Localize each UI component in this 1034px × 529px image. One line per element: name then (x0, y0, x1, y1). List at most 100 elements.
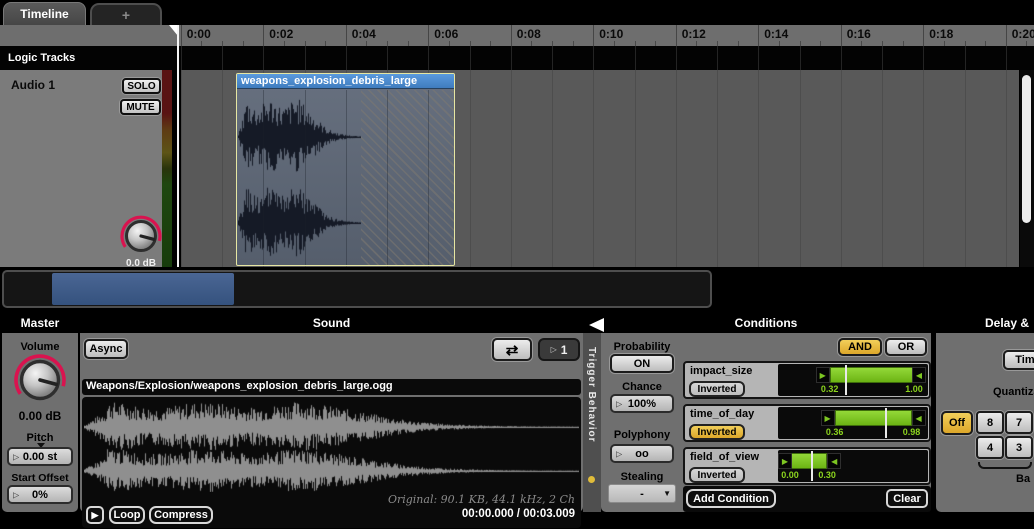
gridline (800, 46, 801, 70)
clear-button[interactable]: Clear (886, 489, 928, 508)
gridline (965, 70, 966, 267)
range-min-handle[interactable]: ▶ (816, 367, 830, 383)
async-button[interactable]: Async (84, 339, 128, 359)
waveform-display: Original: 90.1 KB, 44.1 kHz, 2 Ch ▶ Loop… (82, 397, 581, 528)
quantize-7-label: 7 (1016, 417, 1022, 429)
range-max-handle[interactable]: ◀ (912, 367, 926, 383)
trigger-behavior-tab[interactable]: Trigger Behavior (583, 333, 601, 512)
add-condition-button[interactable]: Add Condition (686, 489, 776, 508)
clip-waveform-right (238, 182, 361, 264)
delay-section: Delay & Time Quantiza Off 8 7 4 3 Ba (936, 316, 1034, 512)
quantize-3-button[interactable]: 3 (1005, 436, 1033, 459)
range-min-handle[interactable]: ▶ (821, 410, 835, 426)
range-max-handle[interactable]: ◀ (827, 453, 841, 469)
stealing-dropdown[interactable]: - ▼ (608, 484, 676, 503)
track-vu-meter (162, 70, 172, 267)
polyphony-value: oo (635, 448, 648, 460)
repeat-mode-button[interactable]: ⇄ (492, 338, 532, 361)
sound-title: Sound (80, 316, 583, 330)
ruler[interactable]: 0:000:020:040:060:080:100:120:140:160:18… (0, 25, 1034, 46)
probability-label: Probability (601, 341, 683, 353)
ruler-time-label: 0:08 (517, 27, 541, 41)
range-slider[interactable]: ▶◀0.000.30 (778, 450, 928, 482)
trigger-behavior-label: Trigger Behavior (586, 347, 597, 442)
master-section: Master Volume 0.00 dB Pitch ▷ 0.00 st St… (2, 316, 78, 512)
range-fill (790, 453, 827, 469)
range-min-value: 0.32 (821, 384, 839, 394)
gridline (305, 46, 306, 70)
tab-timeline[interactable]: Timeline (3, 2, 86, 25)
master-volume-knob[interactable] (14, 354, 66, 406)
loop-button[interactable]: Loop (109, 506, 145, 524)
compress-button[interactable]: Compress (149, 506, 213, 524)
bars-label: Ba (1016, 473, 1030, 485)
loop-label: Loop (114, 509, 141, 521)
ruler-major-tick (428, 25, 429, 46)
quantize-8-button[interactable]: 8 (976, 411, 1004, 434)
timeline-overview-scrollbar[interactable] (2, 270, 712, 308)
tab-bar: Timeline + (0, 0, 1034, 25)
gridline (552, 46, 553, 70)
range-slider[interactable]: ▶ ◀ 0.32 1.00 (778, 364, 928, 396)
polyphony-spinner[interactable]: ▷ oo (610, 444, 674, 463)
chance-label: Chance (601, 381, 683, 393)
compress-label: Compress (154, 509, 208, 521)
ruler-time-label: 0:14 (764, 27, 788, 41)
range-min-handle[interactable]: ▶ (778, 453, 792, 469)
condition-row: impact_sizeInverted▶◀0.321.00 (683, 361, 931, 399)
gridline (346, 46, 347, 70)
parameter-cursor (845, 365, 847, 395)
conditions-section: Conditions Probability ON Chance ▷ 100% … (601, 316, 931, 512)
ruler-major-tick (758, 25, 759, 46)
solo-label: SOLO (127, 81, 155, 92)
audio-clip[interactable]: weapons_explosion_debris_large (236, 73, 455, 266)
inverted-button[interactable]: Inverted (689, 424, 745, 440)
delay-title: Delay & (985, 316, 1029, 330)
play-button[interactable]: ▶ (86, 506, 104, 524)
spinner-arrow-icon: ▷ (551, 345, 557, 354)
range-max-handle[interactable]: ◀ (912, 410, 926, 426)
play-icon: ▶ (92, 510, 99, 521)
start-offset-spinner[interactable]: ▷ 0% (7, 485, 73, 504)
inverted-button[interactable]: Inverted (689, 381, 745, 397)
and-label: AND (848, 341, 872, 353)
logic-tracks-bar: Logic Tracks (0, 46, 1034, 70)
inverted-button[interactable]: Inverted (689, 467, 745, 483)
file-path-bar[interactable]: Weapons/Explosion/weapons_explosion_debr… (82, 379, 581, 395)
chance-value: 100% (628, 398, 656, 410)
gridline (717, 70, 718, 267)
overview-visible-range[interactable] (52, 273, 234, 305)
quantize-8-label: 8 (987, 417, 993, 429)
ruler-major-tick (511, 25, 512, 46)
probability-on-button[interactable]: ON (610, 354, 674, 373)
quantize-4-label: 4 (987, 442, 993, 454)
mute-button[interactable]: MUTE (120, 99, 161, 115)
ruler-time-label: 0:10 (599, 27, 623, 41)
chance-spinner[interactable]: ▷ 100% (610, 394, 674, 413)
quantize-7-button[interactable]: 7 (1005, 411, 1033, 434)
track-area: Audio 1 SOLO MUTE 0.0 dB weapons_explosi… (0, 70, 1034, 267)
tab-add[interactable]: + (90, 3, 162, 25)
gridline (758, 70, 759, 267)
gridline (965, 46, 966, 70)
range-max-value: 1.00 (905, 384, 923, 394)
quantize-off-button[interactable]: Off (941, 411, 973, 435)
or-button[interactable]: OR (885, 338, 927, 356)
track-volume-knob[interactable] (120, 215, 162, 257)
pitch-spinner[interactable]: ▷ 0.00 st (7, 447, 73, 466)
play-count-button[interactable]: ▷ 1 (538, 338, 580, 361)
gridline (222, 46, 223, 70)
ruler-major-tick (593, 25, 594, 46)
quantize-4-button[interactable]: 4 (976, 436, 1004, 459)
vertical-scrollbar[interactable] (1020, 70, 1034, 267)
logic-tracks-label: Logic Tracks (8, 52, 75, 64)
async-label: Async (89, 343, 122, 355)
range-slider[interactable]: ▶◀0.360.98 (778, 407, 928, 439)
playhead-line[interactable] (177, 25, 179, 267)
and-button[interactable]: AND (838, 338, 882, 356)
time-button[interactable]: Time (1003, 350, 1034, 370)
vertical-scrollbar-thumb[interactable] (1022, 75, 1031, 223)
solo-button[interactable]: SOLO (122, 78, 161, 94)
tab-timeline-label: Timeline (20, 7, 68, 21)
off-label: Off (949, 417, 965, 429)
